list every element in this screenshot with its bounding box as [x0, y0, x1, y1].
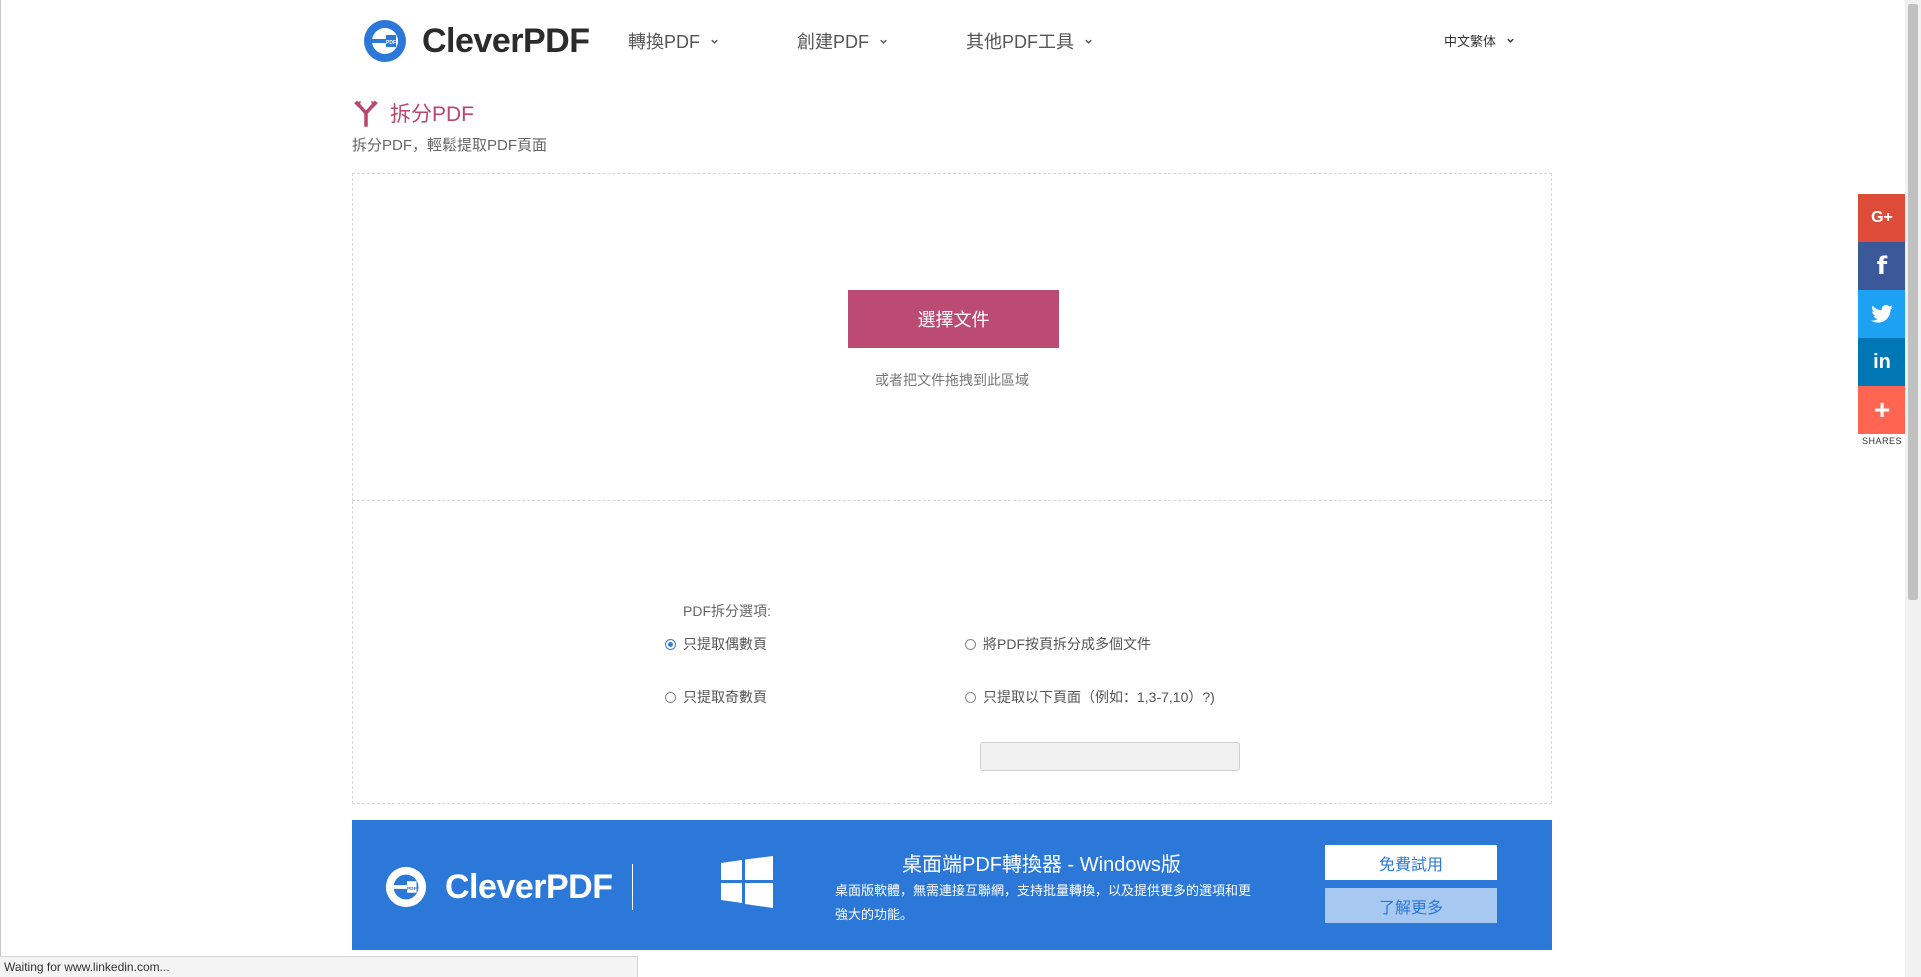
window-border	[0, 0, 1, 977]
option-odd-pages[interactable]: 只提取奇數頁	[665, 687, 767, 707]
browser-status-bar: Waiting for www.linkedin.com...	[0, 956, 638, 977]
language-label: 中文繁体	[1444, 34, 1497, 49]
site-header: PDF CleverPDF 轉換PDF 創建PDF 其他PDF工具 中文繁体	[0, 0, 1900, 84]
logo-text: CleverPDF	[422, 21, 590, 60]
banner-title: 桌面端PDF轉換器 - Windows版	[902, 854, 1181, 876]
nav-label: 其他PDF工具	[966, 32, 1074, 52]
file-drop-zone[interactable]: 選擇文件 或者把文件拖拽到此區域	[352, 173, 1552, 501]
option-label: 只提取奇數頁	[683, 689, 767, 705]
banner-logo-text: CleverPDF	[445, 867, 613, 906]
nav-create-pdf[interactable]: 創建PDF	[797, 28, 888, 54]
page-range-input[interactable]	[980, 742, 1240, 771]
svg-text:PDF: PDF	[407, 886, 417, 892]
option-label: 只提取以下頁面（例如：1,3-7,10）?)	[983, 689, 1215, 705]
desktop-app-banner: PDF CleverPDF 桌面端PDF轉換器 - Windows版 桌面版軟體…	[352, 820, 1552, 950]
nav-other-tools[interactable]: 其他PDF工具	[966, 28, 1093, 54]
cleverpdf-logo-icon: PDF	[385, 866, 427, 908]
options-label: PDF拆分選項:	[683, 603, 771, 619]
nav-label: 轉換PDF	[628, 32, 700, 52]
twitter-icon[interactable]	[1858, 290, 1906, 338]
cleverpdf-logo-icon: PDF	[364, 20, 406, 62]
chevron-down-icon	[1507, 38, 1514, 43]
banner-logo: PDF CleverPDF	[384, 865, 613, 909]
radio-button[interactable]	[665, 691, 676, 703]
vertical-scrollbar[interactable]	[1905, 0, 1921, 977]
page-subtitle: 拆分PDF，輕鬆提取PDF頁面	[352, 137, 548, 154]
radio-button[interactable]	[965, 691, 976, 703]
split-options-panel: PDF拆分選項: 只提取偶數頁 將PDF按頁拆分成多個文件 只提取奇數頁 只提取…	[352, 501, 1552, 804]
nav-label: 創建PDF	[797, 32, 869, 52]
linkedin-icon[interactable]: in	[1858, 338, 1906, 386]
svg-text:PDF: PDF	[386, 40, 396, 46]
option-even-pages[interactable]: 只提取偶數頁	[665, 634, 767, 654]
option-custom-pages[interactable]: 只提取以下頁面（例如：1,3-7,10）?)	[965, 687, 1215, 707]
more-share-icon[interactable]: +	[1858, 386, 1906, 434]
twitter-bird-icon	[1871, 305, 1893, 323]
nav-convert-pdf[interactable]: 轉換PDF	[628, 28, 719, 54]
radio-button[interactable]	[965, 638, 976, 650]
main-nav: 轉換PDF 創建PDF 其他PDF工具	[628, 28, 1171, 54]
scrollbar-thumb[interactable]	[1908, 4, 1918, 600]
option-split-each-page[interactable]: 將PDF按頁拆分成多個文件	[965, 634, 1151, 654]
site-logo[interactable]: PDF CleverPDF	[362, 18, 590, 64]
split-icon	[354, 100, 378, 127]
google-plus-icon[interactable]: G+	[1858, 194, 1906, 242]
drop-hint: 或者把文件拖拽到此區域	[875, 372, 1029, 388]
option-label: 將PDF按頁拆分成多個文件	[983, 636, 1151, 652]
page-title: 拆分PDF	[390, 103, 474, 126]
banner-divider	[632, 864, 633, 910]
chevron-down-icon	[880, 39, 887, 44]
learn-more-button[interactable]: 了解更多	[1325, 888, 1497, 923]
banner-description: 桌面版軟體，無需連接互聯網，支持批量轉換，以及提供更多的選項和更強大的功能。	[835, 883, 1252, 922]
free-trial-button[interactable]: 免費試用	[1325, 845, 1497, 880]
windows-icon	[721, 856, 773, 908]
social-share-bar: G+ f in + SHARES	[1858, 194, 1906, 446]
chevron-down-icon	[1085, 39, 1092, 44]
shares-label: SHARES	[1861, 436, 1902, 446]
choose-file-button[interactable]: 選擇文件	[848, 290, 1059, 348]
language-selector[interactable]: 中文繁体	[1444, 31, 1515, 50]
facebook-icon[interactable]: f	[1858, 242, 1906, 290]
tool-title-row: 拆分PDF	[352, 98, 474, 128]
chevron-down-icon	[711, 39, 718, 44]
option-label: 只提取偶數頁	[683, 636, 767, 652]
radio-button-checked[interactable]	[665, 638, 676, 650]
